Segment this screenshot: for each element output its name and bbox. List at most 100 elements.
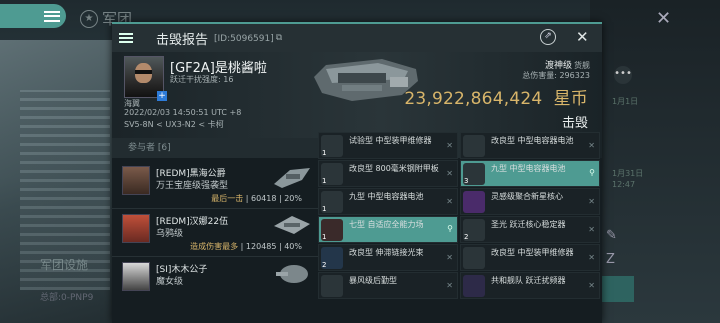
participants-list: 参与者 [6] [REDM]黑海公爵 万王宝座级强袭型 最后一击 | 60418… (112, 138, 318, 323)
bg-date-label: 1月1日 (612, 97, 639, 106)
destroyed-icon: ✕ (588, 225, 595, 234)
destroyed-icon: ✕ (588, 281, 595, 290)
module-icon: 1 (321, 191, 343, 213)
item-qty: 1 (322, 149, 327, 157)
item-qty: 2 (464, 233, 469, 241)
participant-ship: 万王宝座级强袭型 (156, 181, 229, 191)
add-icon[interactable]: + (157, 91, 167, 101)
right-backdrop (590, 0, 720, 323)
destroyed-icon: ✕ (446, 141, 453, 150)
hamburger-icon (119, 33, 133, 43)
participant-ship-icon (276, 265, 308, 283)
dropped-icon: ⚲ (447, 224, 453, 233)
participant-row[interactable]: [REDM]黑海公爵 万王宝座级强袭型 最后一击 | 60418 | 20% (112, 160, 318, 209)
legion-facility-label: 军团设施 (40, 258, 89, 272)
item-label: 灵感级聚合新星核心 (491, 192, 563, 201)
kill-label: 击毁 (561, 116, 588, 131)
module-icon: 1 (321, 219, 343, 241)
drone-icon (321, 275, 343, 297)
victim-security: 跃迁干扰强度: 16 (170, 75, 234, 84)
damage-percent: 20% (284, 194, 302, 203)
participant-ship: 乌鸦级 (156, 229, 184, 239)
panel-title: 击毁报告 (156, 32, 209, 48)
top-damage-label: 造成伤害最多 (190, 242, 239, 251)
item-qty: 1 (322, 233, 327, 241)
panel-header: 击毁报告 [ID:5096591] ⧉ ⇗ ✕ (112, 22, 602, 52)
more-icon[interactable]: ••• (614, 66, 632, 84)
destroyed-icon: ✕ (588, 253, 595, 262)
main-menu-button[interactable] (0, 4, 66, 28)
damage-percent: 40% (284, 242, 302, 251)
item-cell[interactable]: 改良型 中型电容器电池 ✕ (460, 132, 600, 159)
isk-value: 23,922,864,424 星币 (404, 84, 588, 109)
report-id: [ID:5096591] (214, 34, 274, 44)
item-cell[interactable]: 灵感级聚合新星核心 ✕ (460, 188, 600, 215)
participant-ship: 魔女级 (156, 277, 184, 287)
hamburger-icon (44, 10, 60, 22)
copy-icon[interactable]: ⧉ (276, 33, 282, 43)
destroyed-icon: ✕ (446, 281, 453, 290)
item-cell[interactable]: 1 试验型 中型装甲维修器 ✕ (318, 132, 458, 159)
share-icon[interactable]: ⇗ (540, 29, 556, 45)
star-icon: ★ (80, 9, 98, 28)
item-qty: 3 (464, 177, 469, 185)
participant-ship-icon (274, 216, 310, 234)
panel-menu-button[interactable] (112, 24, 140, 52)
item-label: 改良型 伸滞链接光束 (349, 248, 424, 257)
module-icon: 2 (463, 219, 485, 241)
total-damage: 总伤害量: 296323 (522, 71, 590, 80)
victim-avatar[interactable]: + (124, 56, 167, 101)
participant-row[interactable]: [SI]木木公子 魔女级 (112, 256, 318, 304)
ship-class: 货舰 (574, 61, 590, 70)
item-cell[interactable]: 3 九型 中型电容器电池 ⚲ (460, 160, 600, 187)
bg-date-label: 1月31日 (612, 169, 644, 178)
close-icon[interactable]: ✕ (576, 28, 589, 46)
module-icon: 3 (463, 163, 485, 185)
item-label: 九型 中型电容器电池 (349, 192, 424, 201)
item-qty: 1 (322, 205, 327, 213)
module-icon: 1 (321, 163, 343, 185)
participant-stats: 造成伤害最多 | 120485 | 40% (190, 242, 302, 251)
item-label: 改良型 中型电容器电池 (491, 136, 574, 145)
item-cell[interactable]: 改良型 中型装甲维修器 ✕ (460, 244, 600, 271)
item-cell[interactable]: 共和舰队 跃迁扰频器 ✕ (460, 272, 600, 299)
action-tab[interactable] (600, 276, 634, 302)
item-cell[interactable]: 2 圣光 跃迁核心稳定器 ✕ (460, 216, 600, 243)
participant-avatar (122, 214, 150, 243)
participant-ship-icon (274, 168, 310, 188)
item-cell[interactable]: 2 改良型 伸滞链接光束 ✕ (318, 244, 458, 271)
item-label: 七型 自适应全能力场 (349, 220, 424, 229)
kill-report-panel: 击毁报告 [ID:5096591] ⧉ ⇗ ✕ + [GF2A]是桃酱啦 跃迁干… (112, 22, 602, 323)
damage-value: 120485 (245, 242, 277, 251)
destroyed-icon: ✕ (588, 141, 595, 150)
destroyed-icon: ✕ (446, 197, 453, 206)
core-icon (463, 191, 485, 213)
item-qty: 1 (322, 177, 327, 185)
participant-row[interactable]: [REDM]汉娜22伍 乌鸦级 造成伤害最多 | 120485 | 40% (112, 208, 318, 257)
close-icon[interactable]: ✕ (656, 8, 671, 29)
destroyed-icon: ✕ (588, 197, 595, 206)
module-icon (463, 247, 485, 269)
damage-value: 60418 (250, 194, 277, 203)
participant-avatar (122, 262, 150, 291)
item-cell[interactable]: 1 七型 自适应全能力场 ⚲ (318, 216, 458, 243)
sort-icon[interactable]: Z (606, 252, 615, 267)
module-icon: 1 (321, 135, 343, 157)
module-icon (463, 135, 485, 157)
kill-location[interactable]: SV5-8N < UX3-N2 < 卡柯 (124, 119, 224, 130)
item-cell[interactable]: 暴风级后勤型 ✕ (318, 272, 458, 299)
headquarters-label: 总部:0-PNP9 (40, 293, 94, 303)
dropped-icon: ⚲ (589, 168, 595, 177)
kill-datetime: 2022/02/03 14:50:51 UTC +8 (124, 108, 242, 117)
edit-icon[interactable]: ✎ (606, 228, 617, 243)
isk-amount: 23,922,864,424 (404, 89, 543, 109)
participant-stats: 最后一击 | 60418 | 20% (211, 194, 302, 203)
item-label: 九型 中型电容器电池 (491, 164, 566, 173)
item-label: 改良型 800毫米钢附甲板 (349, 164, 439, 173)
item-cell[interactable]: 1 九型 中型电容器电池 ✕ (318, 188, 458, 215)
bg-time-label: 12:47 (612, 180, 636, 189)
items-grid: 1 试验型 中型装甲维修器 ✕ 改良型 中型电容器电池 ✕ 1 改良型 800毫米钢附甲… (318, 132, 602, 323)
item-cell[interactable]: 1 改良型 800毫米钢附甲板 ✕ (318, 160, 458, 187)
participants-header: 参与者 [6] (112, 138, 318, 158)
item-label: 试验型 中型装甲维修器 (349, 136, 432, 145)
